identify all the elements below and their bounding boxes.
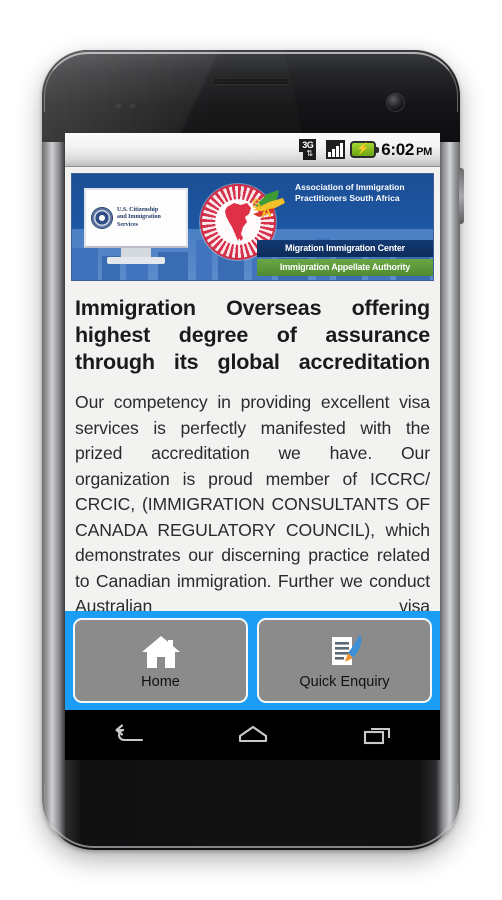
network-3g-icon: 3G ⇅	[299, 139, 321, 160]
uscis-seal-icon	[91, 207, 113, 229]
aipsa-emblem-icon: S A	[252, 190, 285, 221]
immigration-appellate-authority-bar: Immigration Appellate Authority	[257, 259, 433, 276]
signal-bars-icon	[326, 140, 346, 159]
phone-screen: 3G ⇅ ⚡ 6:02 PM U.S. Citizenship and Immi…	[65, 133, 440, 760]
aipsa-title-line-2: Practitioners South Africa	[295, 193, 400, 203]
status-bar-clock: 6:02 PM	[381, 140, 432, 160]
quick-enquiry-button-label: Quick Enquiry	[299, 673, 390, 690]
monitor-stand	[121, 248, 151, 257]
home-nav-icon[interactable]	[226, 717, 280, 753]
light-sensor-icon	[130, 103, 137, 110]
network-transfer-arrows-icon: ⇅	[303, 148, 317, 160]
document-pen-icon-glyph	[331, 634, 361, 665]
clock-time: 6:02	[381, 139, 415, 159]
charging-bolt-icon: ⚡	[356, 143, 371, 155]
app-viewport: U.S. Citizenship and Immigration Service…	[65, 167, 440, 760]
uscis-line-1: U.S. Citizenship	[117, 206, 159, 213]
uscis-line-3: Services	[117, 221, 138, 228]
battery-charging-icon: ⚡	[350, 141, 380, 158]
proximity-sensor-icon	[116, 103, 123, 110]
monitor-base	[107, 257, 165, 264]
bottom-toolbar: Home Quick Enquiry	[65, 611, 440, 710]
aipsa-logo-block: S A Association of Immigration Practitio…	[251, 182, 427, 221]
migration-immigration-center-bar: Migration Immigration Center	[257, 240, 433, 257]
document-pen-icon	[324, 632, 366, 672]
home-button[interactable]: Home	[73, 618, 248, 703]
page-title: Immigration Overseas offering highest de…	[75, 296, 430, 374]
screenshot-stage: 3G ⇅ ⚡ 6:02 PM U.S. Citizenship and Immi…	[0, 0, 502, 900]
uscis-monitor-graphic: U.S. Citizenship and Immigration Service…	[84, 188, 188, 268]
uscis-label: U.S. Citizenship and Immigration Service…	[117, 207, 161, 230]
phone-bottom-rim	[44, 784, 458, 848]
android-navigation-bar	[65, 710, 440, 760]
front-camera-icon	[387, 94, 404, 111]
accreditation-banner: U.S. Citizenship and Immigration Service…	[71, 173, 434, 281]
monitor-screen: U.S. Citizenship and Immigration Service…	[84, 188, 188, 248]
power-button[interactable]	[459, 168, 464, 224]
uscis-line-2: and Immigration	[117, 214, 161, 221]
recent-apps-icon-glyph	[363, 727, 390, 745]
svg-text:S: S	[252, 196, 261, 211]
back-icon-glyph	[114, 724, 143, 742]
back-icon[interactable]	[101, 717, 155, 753]
clock-meridiem: PM	[416, 145, 432, 158]
status-bar: 3G ⇅ ⚡ 6:02 PM	[65, 133, 440, 167]
quick-enquiry-button[interactable]: Quick Enquiry	[257, 618, 432, 703]
recent-apps-icon[interactable]	[351, 717, 405, 753]
aipsa-title-line-1: Association of Immigration	[295, 182, 405, 192]
home-button-label: Home	[141, 673, 180, 690]
web-content[interactable]: U.S. Citizenship and Immigration Service…	[65, 167, 440, 620]
home-icon-glyph	[141, 635, 180, 668]
india-map-icon	[225, 203, 251, 241]
phone-device: 3G ⇅ ⚡ 6:02 PM U.S. Citizenship and Immi…	[42, 50, 464, 850]
earpiece-speaker	[212, 78, 290, 84]
home-nav-icon-glyph	[238, 725, 267, 743]
svg-text:A: A	[261, 204, 272, 221]
article-body: Our competency in providing excellent vi…	[75, 392, 430, 616]
home-icon	[140, 632, 182, 672]
